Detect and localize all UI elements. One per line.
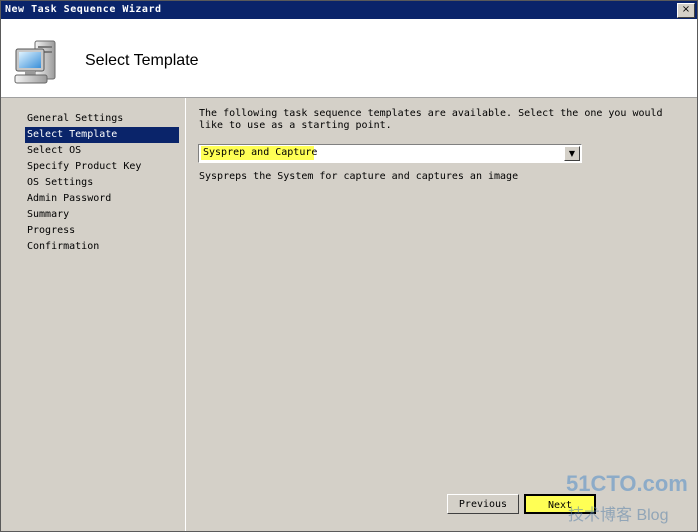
sidebar-item-select-template[interactable]: Select Template (25, 127, 179, 143)
sidebar-item-select-os[interactable]: Select OS (25, 143, 179, 159)
sidebar-item-confirmation[interactable]: Confirmation (25, 239, 179, 255)
wizard-window: New Task Sequence Wizard × Select Templa… (0, 0, 698, 532)
template-description: Syspreps the System for capture and capt… (199, 171, 519, 182)
wizard-steps: General Settings Select Template Select … (25, 111, 179, 255)
instructions-text: The following task sequence templates ar… (199, 108, 663, 131)
sidebar-item-progress[interactable]: Progress (25, 223, 179, 239)
window-title: New Task Sequence Wizard (5, 4, 162, 15)
close-button[interactable]: × (677, 3, 695, 18)
computer-icon (14, 40, 56, 84)
divider (185, 98, 186, 531)
watermark-line-2: 技术博客 Blog (568, 507, 669, 524)
template-select-value: Sysprep and Capture (201, 146, 318, 160)
sidebar-item-os-settings[interactable]: OS Settings (25, 175, 179, 191)
template-select[interactable]: Sysprep and Capture ▼ (198, 144, 582, 163)
dropdown-button[interactable]: ▼ (564, 146, 580, 161)
close-icon: × (681, 4, 691, 15)
sidebar-item-specify-product-key[interactable]: Specify Product Key (25, 159, 179, 175)
wizard-header: Select Template (1, 19, 697, 98)
previous-button[interactable]: Previous (447, 494, 519, 514)
sidebar-item-admin-password[interactable]: Admin Password (25, 191, 179, 207)
page-title: Select Template (85, 52, 199, 69)
watermark-line-1: 51CTO.com (566, 471, 688, 496)
title-bar[interactable]: New Task Sequence Wizard × (1, 1, 697, 19)
sidebar: General Settings Select Template Select … (1, 98, 186, 531)
sidebar-item-summary[interactable]: Summary (25, 207, 179, 223)
main-panel: The following task sequence templates ar… (187, 98, 697, 531)
sidebar-item-general-settings[interactable]: General Settings (25, 111, 179, 127)
chevron-down-icon: ▼ (568, 149, 576, 158)
watermark: 51CTO.com 技术博客 Blog (566, 471, 696, 529)
